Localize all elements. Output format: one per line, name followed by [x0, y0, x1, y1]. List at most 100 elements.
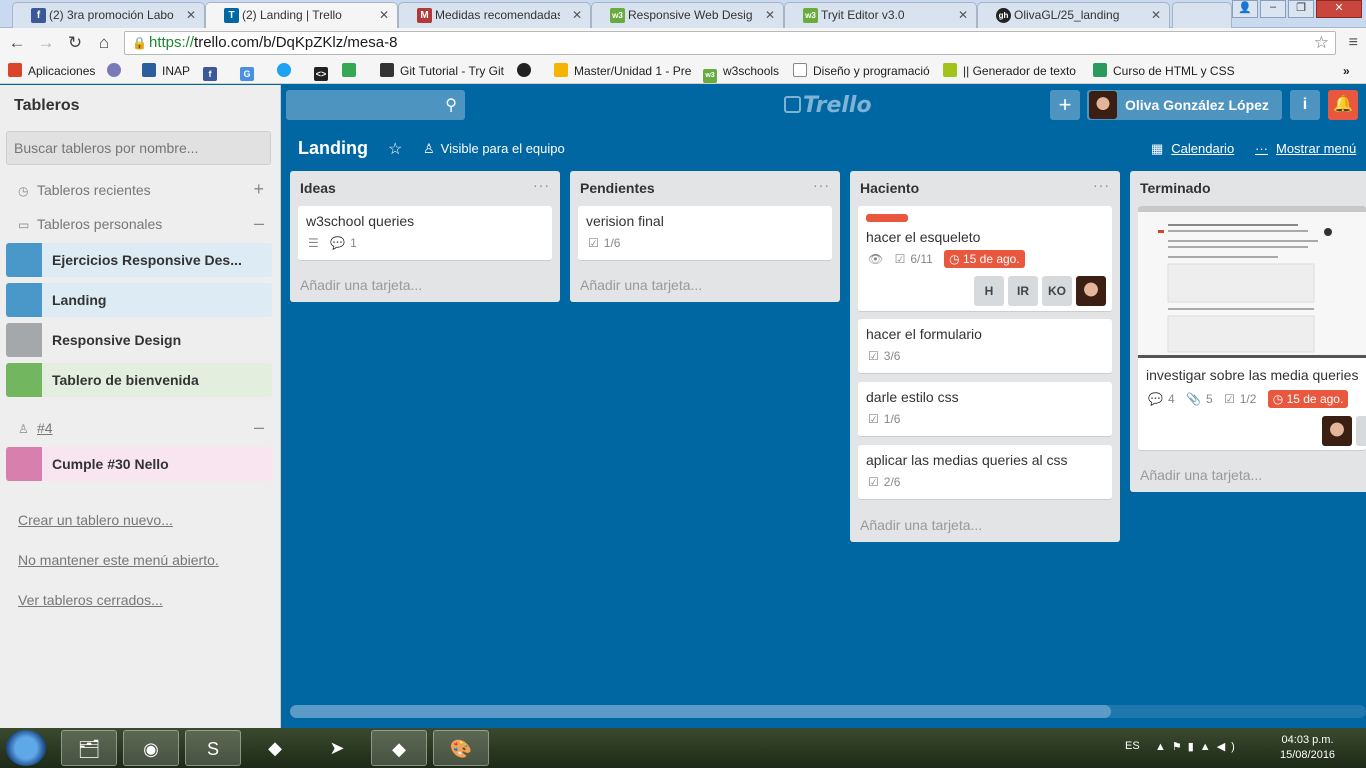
list-menu-icon[interactable]: ··· — [533, 177, 550, 193]
search-icon[interactable]: ⚲ — [445, 95, 457, 115]
close-tab-icon[interactable]: ✕ — [572, 8, 582, 22]
card[interactable]: investigar sobre las media queries 💬 4 📎 5… — [1138, 206, 1366, 451]
bookmark-generador[interactable]: || Generador de texto — [943, 63, 1076, 79]
trello-logo[interactable]: Trello — [784, 93, 872, 118]
telegram-icon[interactable]: ➤ — [309, 730, 365, 766]
git-icon[interactable]: ◆ — [371, 730, 427, 766]
add-card-link[interactable]: Añadir una tarjeta... — [1140, 467, 1262, 483]
user-menu-button[interactable]: Oliva González López — [1087, 90, 1282, 120]
card[interactable]: aplicar las medias queries al css ☑ 2/6 — [858, 445, 1112, 500]
closed-boards-link[interactable]: Ver tableros cerrados... — [18, 592, 163, 608]
browser-tab-active[interactable]: T (2) Landing | Trello ✕ — [205, 2, 398, 29]
card[interactable]: hacer el esqueleto 👁 ☑ 6/11 ◷ 15 de ago. … — [858, 206, 1112, 312]
member-avatar[interactable] — [1322, 416, 1352, 446]
close-tab-icon[interactable]: ✕ — [765, 8, 775, 22]
bookmark-inap[interactable]: INAP — [142, 63, 190, 79]
user-icon[interactable]: 👤 — [1232, 0, 1258, 18]
list-menu-icon[interactable]: ··· — [1093, 177, 1110, 193]
card[interactable]: verision final ☑ 1/6 — [578, 206, 832, 261]
list-title[interactable]: Ideas — [300, 180, 336, 196]
create-board-link[interactable]: Crear un tablero nuevo... — [18, 512, 173, 528]
bookmark-w3schools[interactable]: w3 w3schools — [703, 63, 779, 83]
member-avatar[interactable]: H — [974, 276, 1004, 306]
card[interactable]: darle estilo css ☑ 1/6 — [858, 382, 1112, 437]
file-explorer-icon[interactable]: 🗂 — [61, 730, 117, 766]
bell-icon[interactable]: 🔔 — [1328, 90, 1358, 120]
expand-icon[interactable]: + — [253, 179, 264, 200]
collapse-icon[interactable]: – — [254, 417, 264, 438]
language-indicator[interactable]: ES — [1125, 740, 1140, 752]
sublime-icon[interactable]: S — [185, 730, 241, 766]
dont-keep-menu-link[interactable]: No mantener este menú abierto. — [18, 552, 219, 568]
bookmark-git-tutorial[interactable]: Git Tutorial - Try Git — [380, 63, 504, 79]
close-tab-icon[interactable]: ✕ — [186, 8, 196, 22]
minimize-button[interactable]: – — [1260, 0, 1286, 18]
home-icon[interactable]: ⌂ — [93, 33, 115, 53]
show-menu-link[interactable]: ··· Mostrar menú — [1255, 141, 1356, 156]
list-title[interactable]: Terminado — [1140, 180, 1211, 196]
add-card-link[interactable]: Añadir una tarjeta... — [580, 277, 702, 293]
browser-tab[interactable]: w3 Responsive Web Design N ✕ — [591, 2, 784, 28]
header-search-input[interactable]: ⚲ — [286, 90, 465, 120]
browser-tab[interactable]: w3 Tryit Editor v3.0 ✕ — [784, 2, 977, 28]
sidebar-board-cumple[interactable]: Cumple #30 Nello — [6, 447, 272, 481]
member-avatar[interactable]: IR — [1008, 276, 1038, 306]
bookmark-item[interactable] — [342, 63, 362, 79]
bookmark-item[interactable]: <> — [314, 63, 334, 81]
sidebar-board-ejercicios[interactable]: Ejercicios Responsive Des... — [6, 243, 272, 277]
sidebar-board-bienvenida[interactable]: Tablero de bienvenida — [6, 363, 272, 397]
chrome-icon[interactable]: ◉ — [123, 730, 179, 766]
bookmark-item[interactable] — [107, 63, 127, 79]
start-button[interactable] — [6, 730, 46, 766]
sidebar-board-responsive[interactable]: Responsive Design — [6, 323, 272, 357]
forward-icon[interactable]: → — [35, 33, 57, 53]
bookmark-star-icon[interactable]: ☆ — [1314, 32, 1329, 54]
reload-icon[interactable]: ↻ — [64, 33, 86, 53]
bookmark-item[interactable] — [517, 63, 537, 79]
list-title[interactable]: Pendientes — [580, 180, 655, 196]
more-bookmarks-icon[interactable]: » — [1343, 63, 1350, 79]
personal-boards-section[interactable]: ▭ Tableros personales — [18, 216, 162, 232]
card[interactable]: hacer el formulario ☑ 3/6 — [858, 319, 1112, 374]
card[interactable]: w3school queries ☰ 💬 1 — [298, 206, 552, 261]
board-horizontal-scrollbar[interactable] — [290, 705, 1366, 718]
bookmark-apps[interactable]: Aplicaciones — [8, 63, 95, 79]
bookmark-diseno[interactable]: Diseño y programació — [793, 63, 930, 79]
member-avatar[interactable] — [1356, 416, 1366, 446]
close-tab-icon[interactable]: ✕ — [958, 8, 968, 22]
member-avatar[interactable]: KO — [1042, 276, 1072, 306]
git-icon[interactable]: ◆ — [247, 730, 303, 766]
add-card-link[interactable]: Añadir una tarjeta... — [860, 517, 982, 533]
sidebar-board-landing[interactable]: Landing — [6, 283, 272, 317]
clock[interactable]: 04:03 p.m. 15/08/2016 — [1280, 733, 1335, 763]
list-menu-icon[interactable]: ··· — [813, 177, 830, 193]
bookmark-item[interactable]: G — [240, 63, 260, 81]
list-title[interactable]: Haciento — [860, 180, 919, 196]
recent-boards-section[interactable]: ◷ Tableros recientes — [18, 182, 151, 198]
chrome-menu-icon[interactable]: ≡ — [1349, 34, 1358, 52]
restore-button[interactable]: ❐ — [1288, 0, 1314, 18]
new-tab-button[interactable] — [1172, 2, 1232, 28]
browser-tab[interactable]: gh OlivaGL/25_landing ✕ — [977, 2, 1170, 28]
close-window-button[interactable]: ✕ — [1316, 0, 1362, 18]
close-tab-icon[interactable]: ✕ — [1151, 8, 1161, 22]
board-search-input[interactable] — [6, 131, 271, 165]
bookmark-item[interactable] — [277, 63, 297, 79]
member-avatar[interactable] — [1076, 276, 1106, 306]
visibility-button[interactable]: ♙ Visible para el equipo — [423, 141, 565, 157]
scrollbar-thumb[interactable] — [290, 705, 1111, 718]
calendar-link[interactable]: ▦ Calendario — [1151, 141, 1234, 157]
add-button[interactable]: + — [1050, 90, 1080, 120]
bookmark-master[interactable]: Master/Unidad 1 - Pre — [554, 63, 691, 79]
info-icon[interactable]: i — [1290, 90, 1320, 120]
collapse-icon[interactable]: – — [254, 213, 264, 234]
bookmark-item[interactable]: f — [203, 63, 223, 81]
browser-tab[interactable]: M Medidas recomendadas p ✕ — [398, 2, 591, 28]
paint-icon[interactable]: 🎨 — [433, 730, 489, 766]
close-tab-icon[interactable]: ✕ — [379, 8, 389, 22]
browser-tab[interactable]: f (2) 3ra promoción Laboral ✕ — [12, 2, 205, 28]
bookmark-curso-html[interactable]: Curso de HTML y CSS — [1093, 63, 1235, 79]
tray-icons[interactable]: ▲⚑▮▲◀) — [1155, 740, 1241, 753]
add-card-link[interactable]: Añadir una tarjeta... — [300, 277, 422, 293]
team-section[interactable]: ♙ #4 — [18, 420, 53, 436]
